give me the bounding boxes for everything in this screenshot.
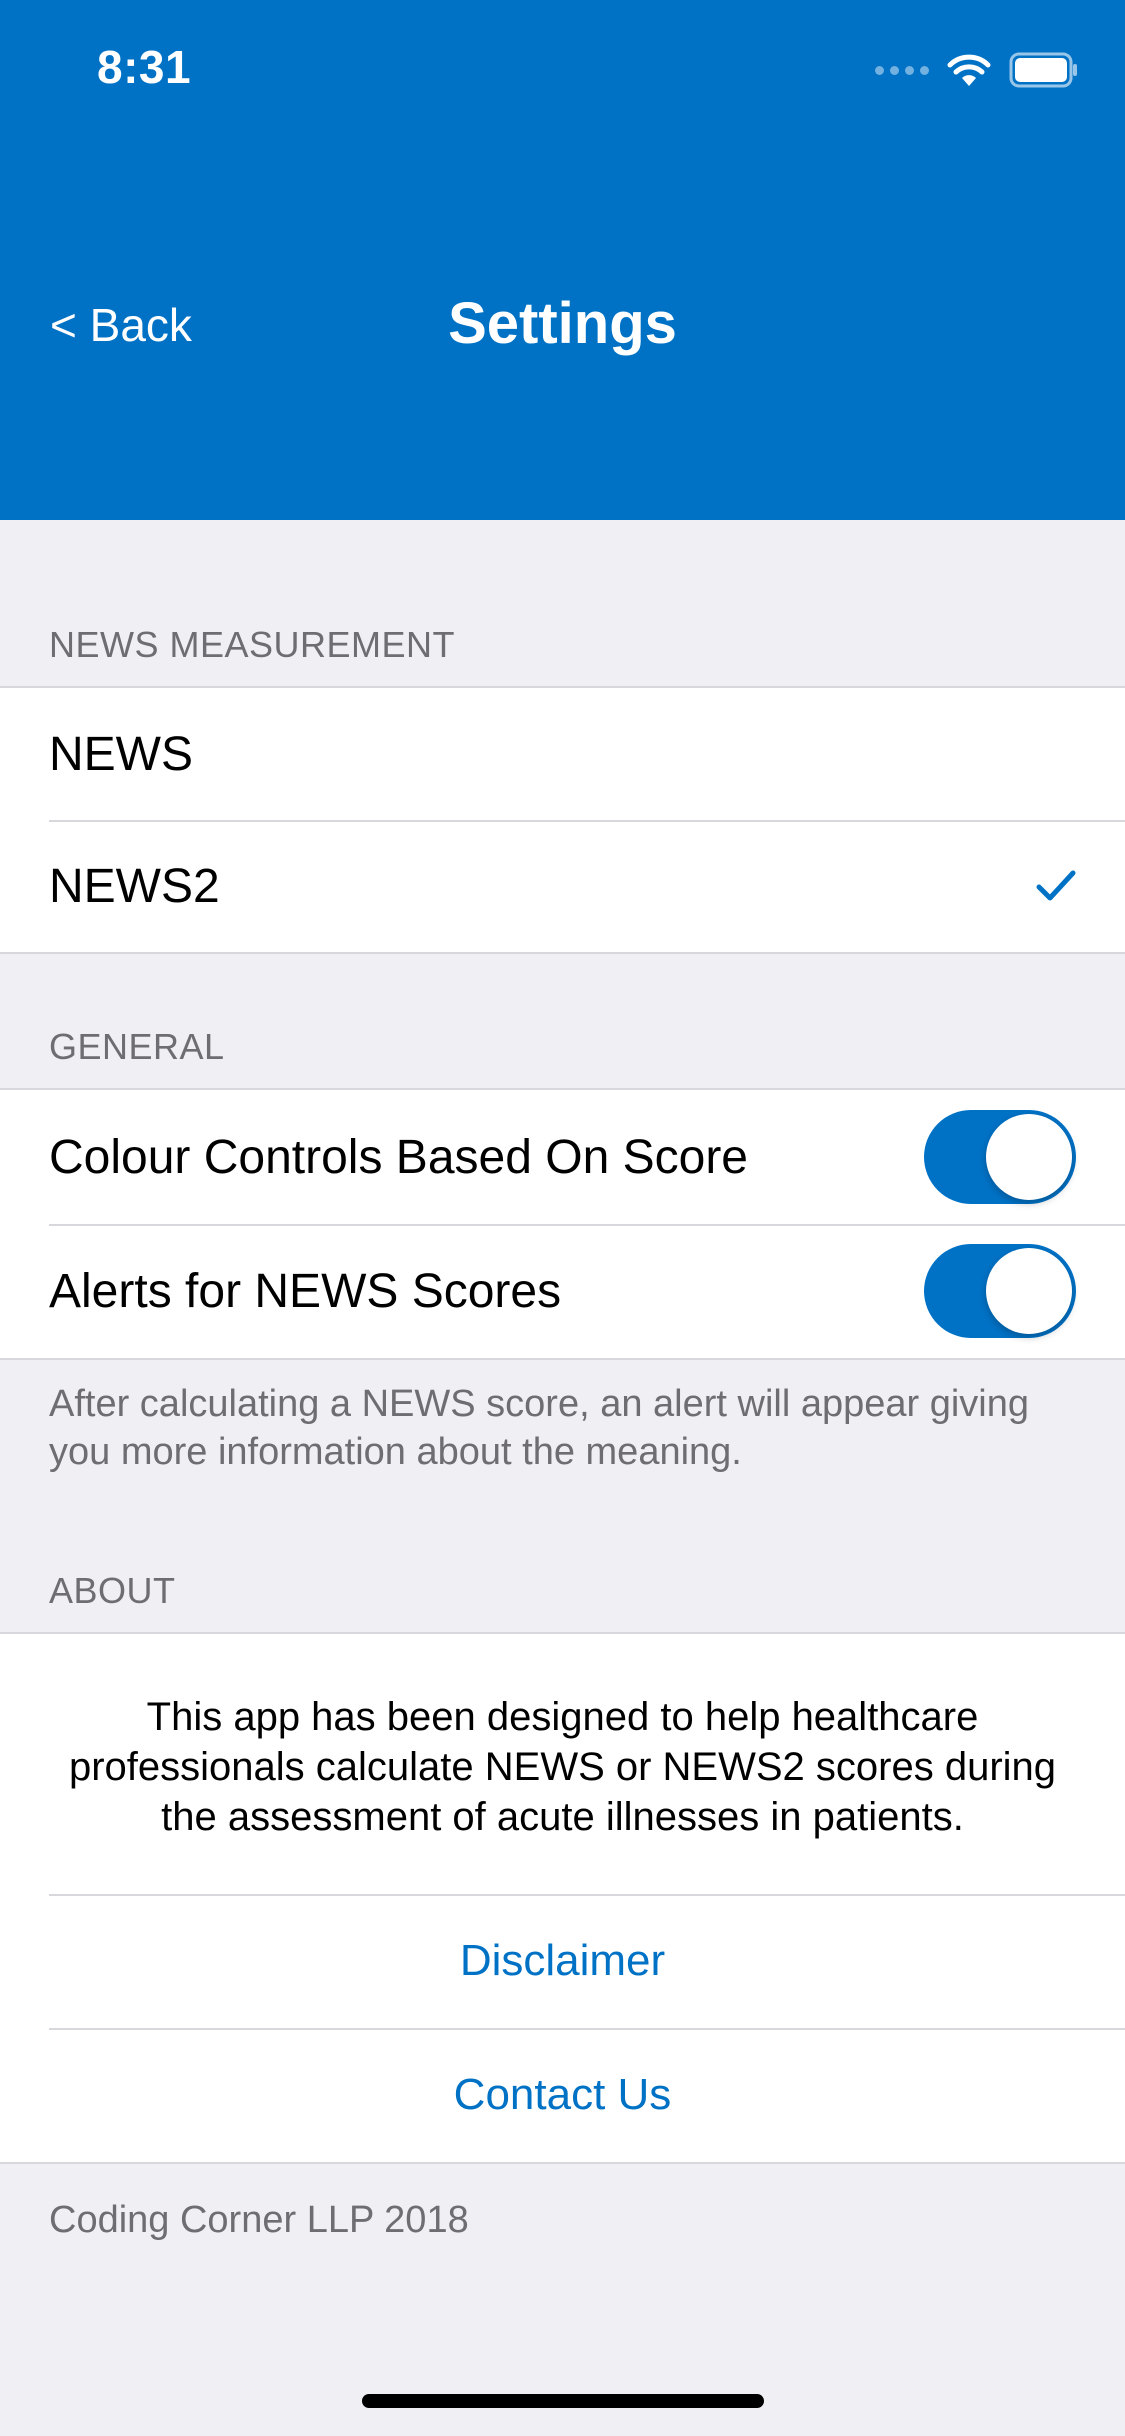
toggle-label: Alerts for NEWS Scores	[49, 1264, 562, 1318]
general-group: Colour Controls Based On Score Alerts fo…	[0, 1088, 1125, 1360]
toggle-row-colour-controls: Colour Controls Based On Score	[0, 1090, 1125, 1224]
copyright-footer: Coding Corner LLP 2018	[49, 2199, 469, 2241]
about-group: This app has been designed to help healt…	[0, 1632, 1125, 2164]
section-header-about: ABOUT	[49, 1570, 176, 1611]
option-row-news[interactable]: NEWS	[0, 688, 1125, 820]
toggle-knob	[986, 1114, 1072, 1200]
general-footer-note: After calculating a NEWS score, an alert…	[49, 1383, 1030, 1473]
wifi-icon	[947, 54, 991, 86]
section-header-general: GENERAL	[49, 1026, 225, 1067]
home-indicator[interactable]	[362, 2394, 764, 2408]
option-row-news2[interactable]: NEWS2	[0, 820, 1125, 952]
toggle-label: Colour Controls Based On Score	[49, 1130, 748, 1184]
colour-controls-toggle[interactable]	[924, 1110, 1076, 1204]
battery-icon	[1009, 52, 1077, 88]
toggle-knob	[986, 1248, 1072, 1334]
checkmark-icon	[1036, 870, 1076, 901]
status-icons	[875, 48, 1079, 92]
signal-icon	[875, 65, 929, 75]
page-title: Settings	[448, 291, 677, 356]
about-description: This app has been designed to help healt…	[68, 1695, 1057, 1839]
section-header-measurement: NEWS MEASUREMENT	[49, 624, 456, 665]
navigation-header: 8:31 < Back Settings	[0, 0, 1125, 520]
status-time: 8:31	[97, 41, 192, 93]
alerts-toggle[interactable]	[924, 1244, 1076, 1338]
option-label: NEWS	[49, 727, 193, 781]
option-label: NEWS2	[49, 859, 220, 913]
toggle-row-alerts: Alerts for NEWS Scores	[0, 1224, 1125, 1358]
measurement-group: NEWS NEWS2	[0, 686, 1125, 954]
settings-screen: 8:31 < Back Settings NEWS MEASUREMENT NE…	[0, 0, 1125, 2436]
disclaimer-link[interactable]: Disclaimer	[0, 1894, 1125, 2028]
contact-us-link[interactable]: Contact Us	[0, 2028, 1125, 2162]
